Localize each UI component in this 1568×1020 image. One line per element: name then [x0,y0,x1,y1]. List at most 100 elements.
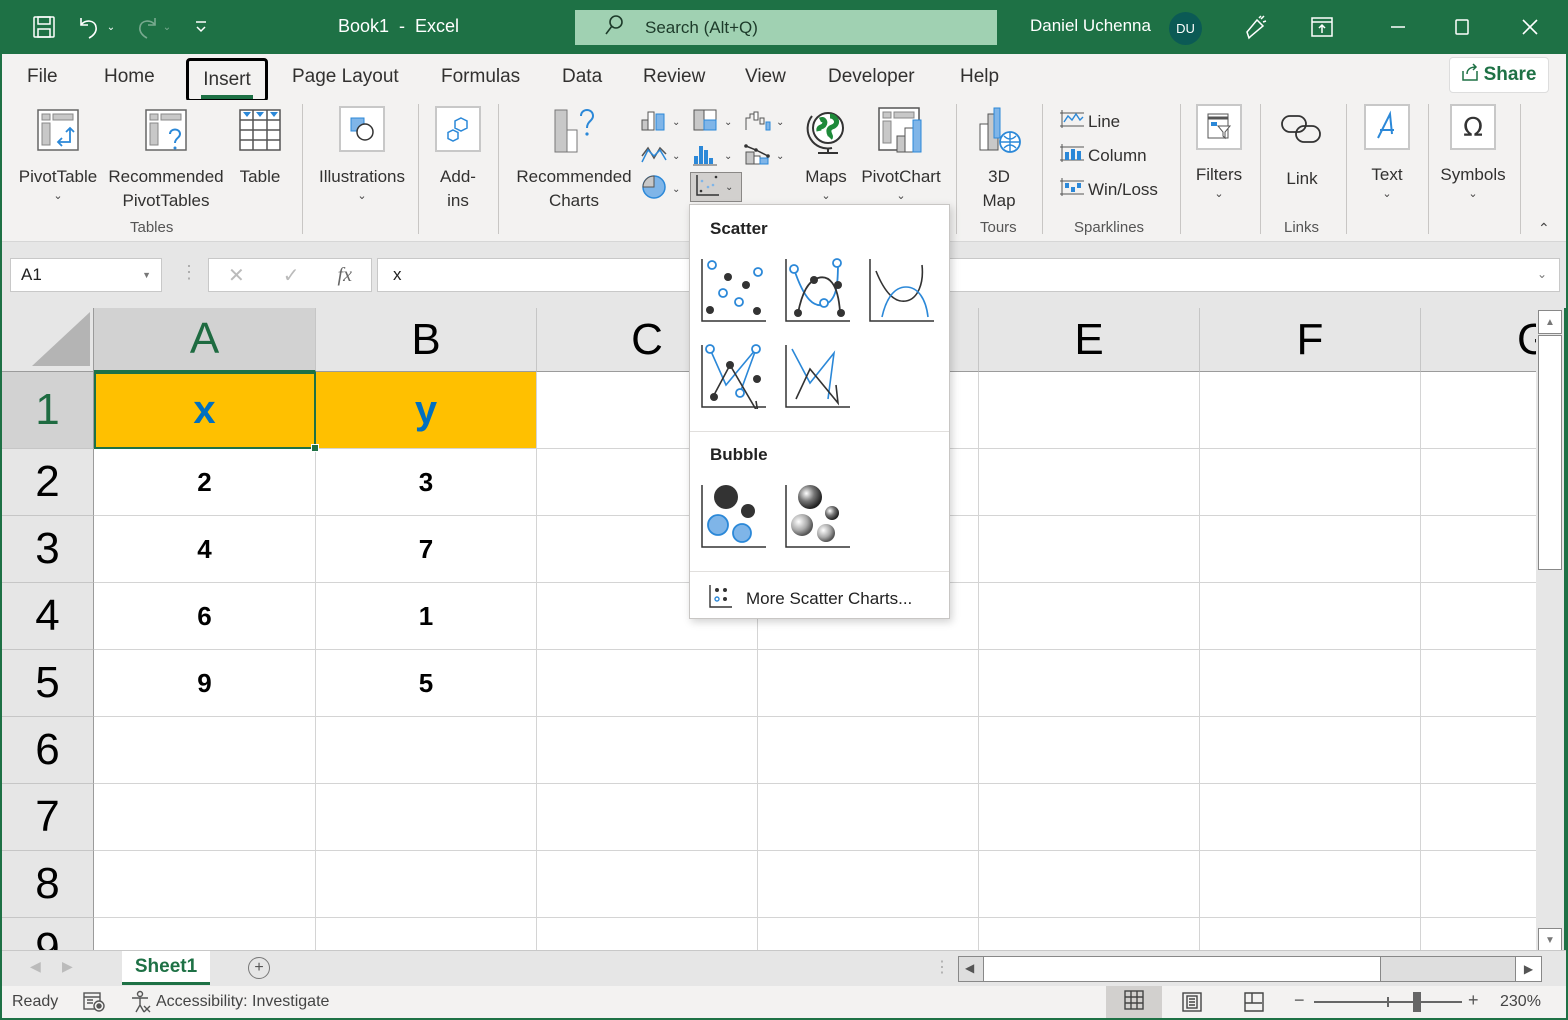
cell-f7[interactable] [1200,784,1421,851]
cell-c5[interactable] [537,650,758,717]
tab-file[interactable]: File [27,66,58,88]
save-icon[interactable] [30,12,58,42]
cell-c8[interactable] [537,851,758,918]
tab-home[interactable]: Home [104,66,155,88]
cell-b4[interactable]: 1 [316,583,537,650]
redo-icon[interactable]: ⌄ [130,12,174,42]
tab-view[interactable]: View [745,66,786,88]
cell-c7[interactable] [537,784,758,851]
scroll-left-icon[interactable]: ◀ [965,961,974,975]
tab-developer[interactable]: Developer [828,66,915,88]
search-input[interactable]: Search (Alt+Q) [575,10,997,45]
scroll-right-icon[interactable]: ▶ [1515,957,1541,981]
ribbon-display-icon[interactable] [1302,10,1342,44]
enter-icon[interactable]: ✓ [283,263,300,288]
tab-insert[interactable]: Insert [186,58,268,102]
symbols-button[interactable]: Ω Symbols ⌄ [1436,104,1510,201]
cell-b8[interactable] [316,851,537,918]
tab-review[interactable]: Review [643,66,705,88]
cell-f5[interactable] [1200,650,1421,717]
scroll-down-icon[interactable]: ▼ [1538,928,1562,952]
vertical-scrollbar[interactable]: ▲ ▼ [1536,308,1564,952]
zoom-slider[interactable] [1314,992,1462,1012]
cell-g4[interactable] [1421,583,1536,650]
formula-input[interactable]: x ⌄ [377,258,1560,292]
select-all-button[interactable] [2,308,94,372]
cell-d6[interactable] [758,717,979,784]
page-layout-view-icon[interactable] [1182,992,1202,1017]
cell-c6[interactable] [537,717,758,784]
cell-a1[interactable]: x [94,372,316,449]
minimize-icon[interactable] [1378,10,1418,44]
close-icon[interactable] [1510,10,1550,44]
row-header-4[interactable]: 4 [2,583,94,650]
cell-b2[interactable]: 3 [316,449,537,516]
normal-view-button[interactable] [1106,986,1162,1018]
maps-button[interactable]: Maps ⌄ [798,106,854,203]
tab-split-grip-icon[interactable]: ⋮ [934,957,950,977]
cell-e4[interactable] [979,583,1200,650]
cell-e5[interactable] [979,650,1200,717]
cell-a7[interactable] [94,784,316,851]
sheet-tab-sheet1[interactable]: Sheet1 [122,951,210,985]
cell-g3[interactable] [1421,516,1536,583]
cell-b7[interactable] [316,784,537,851]
zoom-in-button[interactable]: + [1468,990,1479,1011]
horizontal-scroll-thumb[interactable] [983,957,1381,981]
tab-page-layout[interactable]: Page Layout [292,66,399,88]
pivotchart-button[interactable]: PivotChart ⌄ [856,106,946,203]
scatter-straight-option[interactable] [784,341,852,409]
cell-b3[interactable]: 7 [316,516,537,583]
row-header-5[interactable]: 5 [2,650,94,717]
scroll-up-icon[interactable]: ▲ [1538,310,1562,334]
cell-a4[interactable]: 6 [94,583,316,650]
row-header-1[interactable]: 1 [2,372,94,449]
cell-g7[interactable] [1421,784,1536,851]
cell-a9[interactable] [94,918,316,950]
cancel-icon[interactable]: ✕ [228,263,245,288]
add-sheet-icon[interactable]: + [248,957,270,979]
collapse-ribbon-icon[interactable]: ⌃ [1538,220,1550,237]
cell-e9[interactable] [979,918,1200,950]
waterfall-chart-button[interactable]: ⌄ [744,108,784,137]
cell-e6[interactable] [979,717,1200,784]
cell-a2[interactable]: 2 [94,449,316,516]
sparkline-winloss-button[interactable]: Win/Loss [1060,176,1158,203]
undo-icon[interactable]: ⌄ [74,12,118,42]
prev-sheet-icon[interactable]: ◀ [30,958,41,975]
cell-f9[interactable] [1200,918,1421,950]
row-header-6[interactable]: 6 [2,717,94,784]
cell-b1[interactable]: y [316,372,537,449]
column-header-b[interactable]: B [316,308,537,372]
vertical-scroll-thumb[interactable] [1538,335,1562,570]
accessibility-icon[interactable] [130,990,152,1019]
cell-b9[interactable] [316,918,537,950]
cell-a8[interactable] [94,851,316,918]
cell-a6[interactable] [94,717,316,784]
cell-d5[interactable] [758,650,979,717]
line-chart-button[interactable]: ⌄ [640,142,680,171]
cell-f2[interactable] [1200,449,1421,516]
text-button[interactable]: Text ⌄ [1358,104,1416,201]
cell-a5[interactable]: 9 [94,650,316,717]
pivottable-button[interactable]: PivotTable ⌄ [16,108,100,203]
cell-g8[interactable] [1421,851,1536,918]
illustrations-button[interactable]: Illustrations ⌄ [312,106,412,203]
filters-button[interactable]: Filters ⌄ [1190,104,1248,201]
row-header-3[interactable]: 3 [2,516,94,583]
more-scatter-charts-button[interactable]: More Scatter Charts... [708,583,912,614]
cell-g5[interactable] [1421,650,1536,717]
cell-e3[interactable] [979,516,1200,583]
scatter-straight-markers-option[interactable] [700,341,768,409]
expand-formula-icon[interactable]: ⌄ [1537,267,1547,281]
column-header-f[interactable]: F [1200,308,1421,372]
page-break-view-icon[interactable] [1244,992,1264,1017]
column-chart-button[interactable]: ⌄ [640,108,680,137]
zoom-level[interactable]: 230% [1500,993,1541,1011]
combo-chart-button[interactable]: ⌄ [744,142,784,171]
cell-b6[interactable] [316,717,537,784]
bubble-option[interactable] [700,481,768,549]
cell-e2[interactable] [979,449,1200,516]
cell-f3[interactable] [1200,516,1421,583]
cell-f1[interactable] [1200,372,1421,449]
